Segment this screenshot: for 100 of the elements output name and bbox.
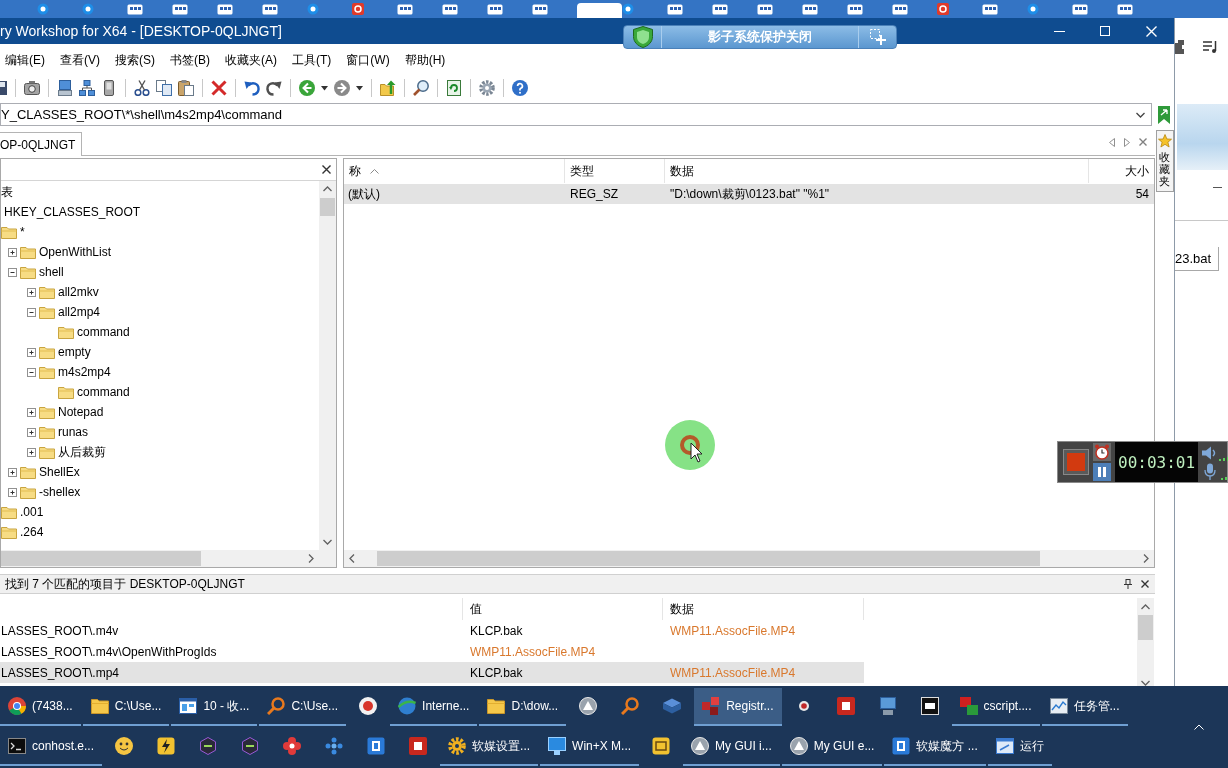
- column-header[interactable]: 数据: [665, 159, 1089, 183]
- table-row[interactable]: LASSES_ROOT\.mp4 KLCP.bak WMP11.AssocFile.MP4: [0, 662, 864, 683]
- tab-favicon-icon[interactable]: [937, 3, 949, 15]
- taskbar-button[interactable]: conhost.e...: [0, 728, 103, 766]
- file-tab[interactable]: 23.bat: [1175, 247, 1219, 271]
- speaker-icon[interactable]: [1202, 444, 1218, 461]
- tab-favicon-icon[interactable]: [712, 3, 728, 15]
- column-header[interactable]: 大小: [1089, 159, 1154, 183]
- taskbar-button[interactable]: C:\Use...: [259, 688, 347, 726]
- tree-item[interactable]: all2mkv: [58, 285, 99, 299]
- scrollbar-thumb[interactable]: [1138, 615, 1153, 640]
- menu-item[interactable]: 查看(V): [60, 51, 100, 69]
- taskbar-button[interactable]: My GUI i...: [683, 728, 780, 766]
- column-header[interactable]: 数据: [663, 598, 864, 620]
- menu-item[interactable]: 工具(T): [292, 51, 332, 69]
- tab-favicon-icon[interactable]: [847, 3, 863, 15]
- shield-icon[interactable]: [632, 26, 653, 48]
- forward-icon[interactable]: [334, 80, 350, 96]
- table-row[interactable]: LASSES_ROOT\.m4v KLCP.bak WMP11.AssocFile.MP4: [0, 620, 864, 641]
- tab-favicon-icon[interactable]: [802, 3, 818, 15]
- minus-box-icon[interactable]: [8, 267, 17, 277]
- plus-box-icon[interactable]: [27, 407, 36, 417]
- minus-box-icon[interactable]: [27, 367, 36, 377]
- taskbar-button[interactable]: (7438...: [0, 688, 81, 726]
- menu-item[interactable]: 搜索(S): [115, 51, 155, 69]
- tree-item[interactable]: Notepad: [58, 405, 104, 419]
- table-row[interactable]: LASSES_ROOT\.m4v\OpenWithProgIds WMP11.AssocFile.MP4: [0, 641, 864, 662]
- tab-favicon-icon[interactable]: [127, 3, 143, 15]
- tab-favicon-icon[interactable]: [172, 3, 188, 15]
- menu-item[interactable]: 书签(B): [170, 51, 210, 69]
- taskbar-button[interactable]: Registr...: [694, 688, 782, 726]
- tab-favicon-icon[interactable]: [217, 3, 233, 15]
- minimize-icon[interactable]: [1053, 30, 1065, 32]
- plus-box-icon[interactable]: [8, 487, 17, 497]
- pin-icon[interactable]: [1124, 579, 1132, 589]
- document-tab[interactable]: OP-0QLJNGT: [0, 132, 83, 156]
- column-header[interactable]: 值: [463, 598, 663, 620]
- tree-item[interactable]: .264: [20, 525, 44, 539]
- tree-item[interactable]: all2mp4: [58, 305, 101, 319]
- tree-item[interactable]: runas: [58, 425, 89, 439]
- tab-favicon-icon[interactable]: [982, 3, 998, 15]
- favorites-tab[interactable]: 收藏夹: [1155, 130, 1174, 193]
- redo-icon[interactable]: [266, 80, 282, 96]
- scrollbar-thumb[interactable]: [1, 551, 201, 566]
- column-header[interactable]: 类型: [565, 159, 665, 183]
- plus-box-icon[interactable]: [8, 247, 17, 257]
- taskbar-button[interactable]: Interne...: [390, 688, 478, 726]
- tree-item[interactable]: 表: [1, 183, 13, 201]
- triangle-right-icon[interactable]: [1124, 137, 1130, 147]
- tab-favicon-icon[interactable]: [1072, 3, 1088, 15]
- chevron-right-icon[interactable]: [1143, 554, 1149, 563]
- tab-favicon-icon[interactable]: [1027, 3, 1039, 15]
- taskbar-button[interactable]: cscript....: [951, 688, 1040, 726]
- tab-favicon-icon[interactable]: [1117, 3, 1133, 15]
- tree-item[interactable]: .001: [20, 505, 44, 519]
- network-icon[interactable]: [79, 80, 95, 96]
- caret-down-icon[interactable]: [321, 85, 328, 91]
- menu-item[interactable]: 帮助(H): [404, 51, 446, 69]
- tree-item[interactable]: 从后裁剪: [58, 443, 106, 461]
- tab-favicon-icon[interactable]: [442, 3, 458, 15]
- taskbar-button[interactable]: Win+X M...: [540, 728, 640, 766]
- tab-favicon-icon[interactable]: [667, 3, 683, 15]
- floppy-icon[interactable]: [0, 80, 7, 96]
- tab-favicon-icon[interactable]: [487, 3, 503, 15]
- tree-item[interactable]: shell: [39, 265, 64, 279]
- tree-item[interactable]: HKEY_CLASSES_ROOT: [4, 205, 141, 219]
- plus-box-icon[interactable]: [8, 467, 17, 477]
- settings-icon[interactable]: [479, 80, 495, 96]
- tab-favicon-icon[interactable]: [262, 3, 278, 15]
- column-header[interactable]: 称: [344, 159, 565, 183]
- menu-item[interactable]: 窗口(W): [346, 51, 390, 69]
- help-icon[interactable]: [512, 80, 528, 96]
- computer-icon[interactable]: [57, 80, 73, 96]
- taskbar-button[interactable]: My GUI e...: [781, 728, 883, 766]
- chevron-right-icon[interactable]: [308, 554, 314, 563]
- close-icon[interactable]: [322, 165, 331, 174]
- cut-icon[interactable]: [134, 80, 150, 96]
- address-field[interactable]: Y_CLASSES_ROOT\*\shell\m4s2mp4\command: [0, 103, 1152, 126]
- camera-icon[interactable]: [24, 80, 40, 96]
- plus-box-icon[interactable]: [27, 287, 36, 297]
- chevron-down-icon[interactable]: [1136, 111, 1145, 118]
- chevron-down-icon[interactable]: [323, 539, 332, 545]
- tab-favicon-icon[interactable]: [757, 3, 773, 15]
- taskbar-button[interactable]: D:\dow...: [479, 688, 567, 726]
- search-icon[interactable]: [413, 80, 429, 96]
- undo-icon[interactable]: [244, 80, 260, 96]
- folder-up-icon[interactable]: [380, 80, 396, 96]
- chevron-down-icon[interactable]: [1141, 680, 1150, 686]
- close-icon[interactable]: [1141, 580, 1149, 588]
- taskbar-button[interactable]: C:\Use...: [82, 688, 170, 726]
- tab-favicon-icon[interactable]: [37, 3, 49, 15]
- tab-favicon-icon[interactable]: [352, 3, 364, 15]
- taskbar-button[interactable]: 软媒设置...: [440, 728, 539, 766]
- vertical-scrollbar[interactable]: [319, 181, 336, 550]
- plus-box-icon[interactable]: [27, 347, 36, 357]
- delete-icon[interactable]: [211, 80, 227, 96]
- plus-box-icon[interactable]: [27, 447, 36, 457]
- microphone-icon[interactable]: [1204, 462, 1217, 480]
- tree-item[interactable]: *: [20, 225, 25, 239]
- tab-favicon-icon[interactable]: [622, 3, 634, 15]
